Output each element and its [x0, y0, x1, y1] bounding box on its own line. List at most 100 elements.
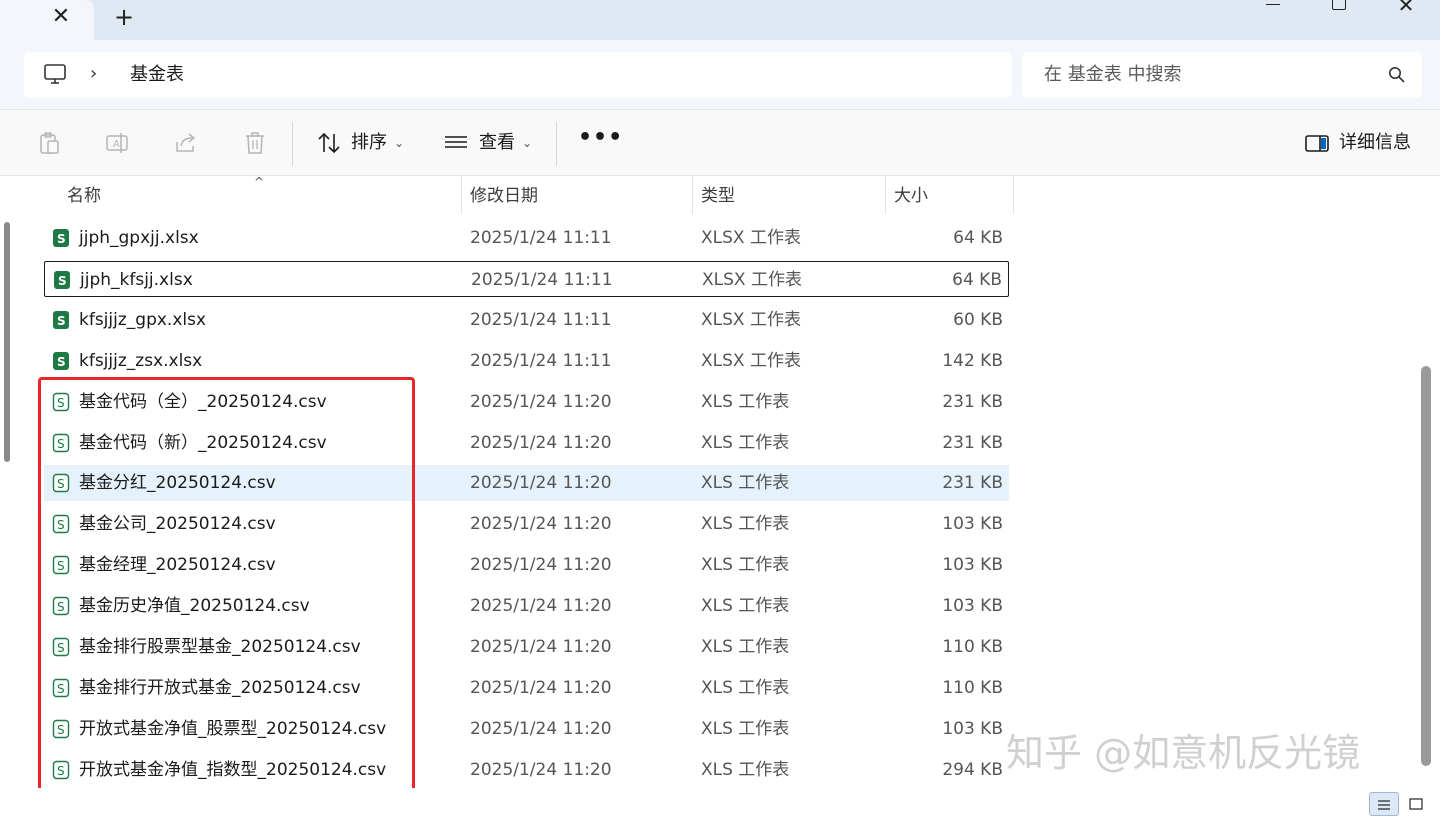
address-row: › 基金表 在 基金表 中搜索 [0, 40, 1440, 110]
file-type: XLS 工作表 [701, 514, 790, 534]
file-size: 103 KB [942, 514, 1003, 534]
file-date: 2025/1/24 11:11 [471, 270, 613, 290]
column-header-size-label: 大小 [894, 186, 928, 206]
sort-icon[interactable] [316, 130, 342, 156]
rename-icon[interactable]: A [104, 130, 130, 156]
column-header-name-label: 名称 [67, 186, 101, 206]
file-date: 2025/1/24 11:20 [470, 760, 612, 780]
file-list-scrollbar[interactable] [1421, 366, 1431, 766]
active-tab[interactable]: ✕ [0, 0, 94, 40]
nav-pane-scrollbar[interactable] [4, 222, 10, 462]
status-bar [0, 788, 1440, 816]
search-box[interactable]: 在 基金表 中搜索 [1022, 52, 1422, 98]
file-size: 60 KB [953, 310, 1003, 330]
new-tab-button[interactable]: + [112, 3, 136, 31]
svg-text:S: S [57, 232, 66, 246]
search-icon[interactable] [1388, 66, 1406, 84]
column-header-size[interactable]: 大小 [886, 176, 1014, 214]
file-size: 64 KB [953, 228, 1003, 248]
toolbar-divider [556, 122, 557, 166]
minimize-button[interactable] [1254, 0, 1294, 14]
file-type: XLS 工作表 [701, 555, 790, 575]
excel-file-icon: S [52, 351, 70, 371]
details-view-toggle[interactable] [1369, 792, 1399, 816]
more-options-button[interactable]: ••• [578, 127, 623, 149]
tab-strip: ✕ + ✕ [0, 0, 1440, 40]
file-size: 231 KB [942, 473, 1003, 493]
red-annotation-box [38, 377, 415, 799]
watermark-text: 知乎 @如意机反光镜 [1006, 731, 1361, 775]
file-name: kfsjjjz_gpx.xlsx [79, 310, 207, 330]
maximize-button[interactable] [1318, 0, 1358, 14]
view-button[interactable]: 查看 [479, 132, 515, 154]
excel-file-icon: S [52, 228, 70, 248]
file-type: XLS 工作表 [701, 719, 790, 739]
file-size: 103 KB [942, 719, 1003, 739]
file-type: XLS 工作表 [701, 473, 790, 493]
view-icon[interactable] [443, 130, 469, 156]
close-tab-icon[interactable]: ✕ [50, 4, 72, 30]
file-date: 2025/1/24 11:20 [470, 719, 612, 739]
share-icon[interactable] [173, 130, 199, 156]
breadcrumb-folder[interactable]: 基金表 [130, 64, 184, 86]
file-type: XLS 工作表 [701, 433, 790, 453]
table-row[interactable]: Skfsjjjz_zsx.xlsx 2025/1/24 11:11 XLSX 工作表… [44, 343, 1009, 379]
file-type: XLS 工作表 [701, 637, 790, 657]
sort-button[interactable]: 排序 [351, 132, 387, 154]
column-header-date[interactable]: 修改日期 [462, 176, 693, 214]
svg-text:S: S [57, 314, 66, 328]
svg-text:A: A [113, 139, 120, 150]
file-date: 2025/1/24 11:20 [470, 433, 612, 453]
command-bar: A 排序 ⌄ 查看 ⌄ ••• 详细信息 [0, 110, 1440, 176]
column-header-type-label: 类型 [701, 186, 735, 206]
file-type: XLS 工作表 [701, 596, 790, 616]
sort-chevron-down-icon[interactable]: ⌄ [394, 132, 404, 154]
table-row[interactable]: Sjjph_gpxjj.xlsx 2025/1/24 11:11 XLSX 工作表 6… [44, 220, 1009, 256]
details-pane-button[interactable]: 详细信息 [1339, 132, 1411, 154]
file-date: 2025/1/24 11:20 [470, 473, 612, 493]
file-size: 231 KB [942, 433, 1003, 453]
paste-icon[interactable] [36, 130, 62, 156]
excel-file-icon: S [52, 310, 70, 330]
file-date: 2025/1/24 11:20 [470, 514, 612, 534]
computer-icon[interactable] [44, 64, 66, 84]
window-close-button[interactable]: ✕ [1386, 0, 1426, 15]
file-list-view: ^ 名称 修改日期 类型 大小 Sjjph_gpxjj.xlsx 2025/1/2… [0, 176, 1440, 799]
breadcrumb-chevron-icon[interactable]: › [90, 63, 97, 85]
file-type: XLS 工作表 [701, 392, 790, 412]
large-icons-view-icon [1409, 798, 1423, 810]
file-date: 2025/1/24 11:20 [470, 678, 612, 698]
file-date: 2025/1/24 11:11 [470, 351, 612, 371]
file-name: jjph_gpxjj.xlsx [79, 228, 199, 248]
file-type: XLSX 工作表 [701, 351, 801, 371]
svg-text:S: S [58, 274, 67, 288]
file-type: XLSX 工作表 [701, 310, 801, 330]
search-input[interactable]: 在 基金表 中搜索 [1044, 64, 1181, 86]
file-size: 64 KB [952, 270, 1002, 290]
file-date: 2025/1/24 11:20 [470, 596, 612, 616]
column-header-date-label: 修改日期 [470, 186, 538, 206]
table-row[interactable]: Skfsjjjz_gpx.xlsx 2025/1/24 11:11 XLSX 工作表… [44, 302, 1009, 338]
file-date: 2025/1/24 11:20 [470, 555, 612, 575]
file-type: XLS 工作表 [701, 678, 790, 698]
excel-file-icon: S [53, 270, 71, 290]
file-size: 294 KB [942, 760, 1003, 780]
column-header-name[interactable]: 名称 [44, 176, 462, 214]
file-size: 142 KB [942, 351, 1003, 371]
file-type: XLSX 工作表 [702, 270, 802, 290]
file-size: 110 KB [942, 678, 1003, 698]
file-name: kfsjjjz_zsx.xlsx [79, 351, 203, 371]
file-date: 2025/1/24 11:11 [470, 228, 612, 248]
file-size: 231 KB [942, 392, 1003, 412]
delete-icon[interactable] [242, 130, 268, 156]
view-chevron-down-icon[interactable]: ⌄ [522, 132, 532, 154]
column-divider[interactable] [1013, 176, 1014, 214]
file-date: 2025/1/24 11:20 [470, 392, 612, 412]
column-header-type[interactable]: 类型 [693, 176, 886, 214]
file-date: 2025/1/24 11:11 [470, 310, 612, 330]
address-bar[interactable]: › 基金表 [24, 52, 1012, 98]
large-icons-view-toggle[interactable] [1402, 792, 1432, 816]
svg-text:S: S [57, 355, 66, 369]
table-row[interactable]: Sjjph_kfsjj.xlsx 2025/1/24 11:11 XLSX 工作表 6… [44, 261, 1009, 297]
details-pane-icon[interactable] [1304, 130, 1330, 156]
